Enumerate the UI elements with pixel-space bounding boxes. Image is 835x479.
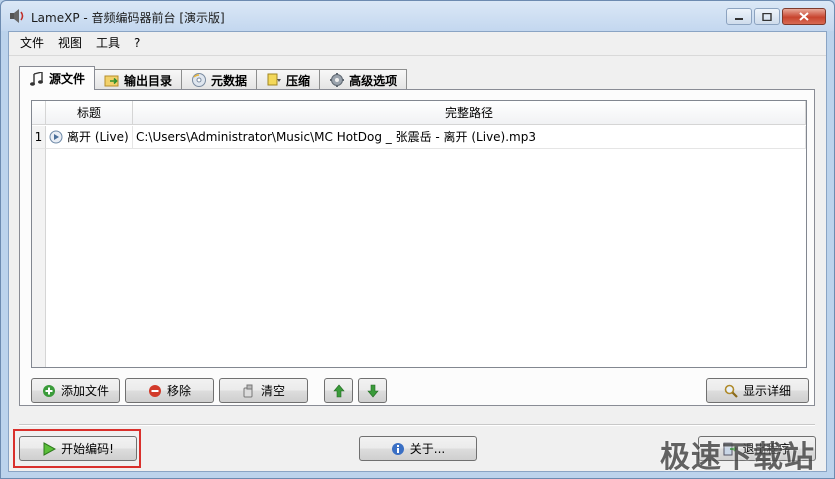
add-file-button[interactable]: 添加文件 bbox=[31, 378, 120, 403]
folder-arrow-icon bbox=[104, 75, 119, 87]
magnifier-icon bbox=[724, 384, 738, 398]
maximize-button[interactable] bbox=[754, 8, 780, 25]
source-files-panel: 标题 完整路径 1 离开 (Live) C:\Users\Administrat… bbox=[19, 89, 815, 406]
minimize-icon bbox=[735, 17, 743, 20]
window-title: LameXP - 音频编码器前台 [演示版] bbox=[31, 11, 225, 25]
gear-icon bbox=[330, 73, 345, 87]
bottom-divider bbox=[19, 424, 815, 425]
row-title: 离开 (Live) bbox=[67, 129, 129, 144]
tab-label: 输出目录 bbox=[124, 73, 173, 88]
row-path: C:\Users\Administrator\Music\MC HotDog _… bbox=[133, 126, 806, 149]
menu-bar: 文件 视图 工具 ? bbox=[9, 32, 826, 54]
show-details-button[interactable]: 显示详细 bbox=[706, 378, 809, 403]
table-header: 标题 完整路径 bbox=[32, 101, 806, 125]
header-corner bbox=[32, 101, 46, 125]
column-header-title[interactable]: 标题 bbox=[46, 101, 133, 125]
eraser-icon bbox=[243, 384, 253, 397]
move-up-button[interactable] bbox=[324, 378, 353, 403]
tab-label: 源文件 bbox=[49, 72, 86, 86]
remove-button[interactable]: 移除 bbox=[125, 378, 214, 403]
file-table[interactable]: 标题 完整路径 1 离开 (Live) C:\Users\Administrat… bbox=[31, 100, 807, 368]
clear-label: 清空 bbox=[260, 384, 285, 398]
highlight-box bbox=[13, 429, 141, 468]
tab-output-dir[interactable]: 输出目录 bbox=[94, 69, 183, 90]
maximize-icon bbox=[762, 12, 772, 21]
close-icon bbox=[799, 12, 809, 21]
close-button[interactable] bbox=[782, 8, 826, 25]
add-file-label: 添加文件 bbox=[60, 384, 109, 398]
info-icon bbox=[391, 442, 404, 455]
row-number-gutter bbox=[32, 149, 46, 367]
menu-tools[interactable]: 工具 bbox=[89, 32, 127, 54]
tab-compression[interactable]: 压缩 bbox=[256, 69, 321, 90]
speaker-icon bbox=[10, 9, 24, 23]
tab-bar: 源文件 输出目录 元数据 压缩 高级选项 bbox=[19, 66, 408, 90]
cd-icon bbox=[192, 73, 207, 87]
row-title-cell: 离开 (Live) bbox=[46, 126, 133, 149]
tab-label: 压缩 bbox=[286, 73, 311, 88]
clear-button[interactable]: 清空 bbox=[219, 378, 308, 403]
arrow-down-icon bbox=[366, 384, 379, 397]
menu-separator bbox=[9, 55, 826, 56]
minus-icon bbox=[148, 384, 161, 397]
row-number: 1 bbox=[32, 126, 46, 149]
tab-label: 元数据 bbox=[211, 73, 248, 88]
arrow-up-icon bbox=[332, 384, 345, 397]
about-label: 关于... bbox=[409, 442, 446, 456]
app-window: LameXP - 音频编码器前台 [演示版] 文件 视图 工具 ? 源文件 输出… bbox=[0, 0, 835, 479]
move-down-button[interactable] bbox=[358, 378, 387, 403]
title-bar: LameXP - 音频编码器前台 [演示版] bbox=[1, 1, 834, 31]
tab-advanced[interactable]: 高级选项 bbox=[319, 69, 408, 90]
column-header-path[interactable]: 完整路径 bbox=[133, 101, 806, 125]
music-note-icon bbox=[30, 71, 43, 86]
table-row[interactable]: 1 离开 (Live) C:\Users\Administrator\Music… bbox=[32, 126, 806, 149]
show-details-label: 显示详细 bbox=[742, 384, 791, 398]
menu-view[interactable]: 视图 bbox=[51, 32, 89, 54]
tab-source-files[interactable]: 源文件 bbox=[19, 66, 96, 90]
menu-file[interactable]: 文件 bbox=[13, 32, 51, 54]
menu-help[interactable]: ? bbox=[127, 32, 147, 54]
compress-icon bbox=[267, 73, 282, 86]
tab-metadata[interactable]: 元数据 bbox=[181, 69, 258, 90]
plus-icon bbox=[42, 384, 55, 397]
watermark: 极速下载站 bbox=[660, 440, 815, 475]
remove-label: 移除 bbox=[166, 384, 191, 398]
client-area: 文件 视图 工具 ? 源文件 输出目录 元数据 压缩 高级选项 标题 完整路径 … bbox=[8, 31, 827, 472]
tab-label: 高级选项 bbox=[349, 73, 398, 88]
minimize-button[interactable] bbox=[726, 8, 752, 25]
audio-file-icon bbox=[49, 130, 63, 144]
about-button[interactable]: 关于... bbox=[359, 436, 477, 461]
